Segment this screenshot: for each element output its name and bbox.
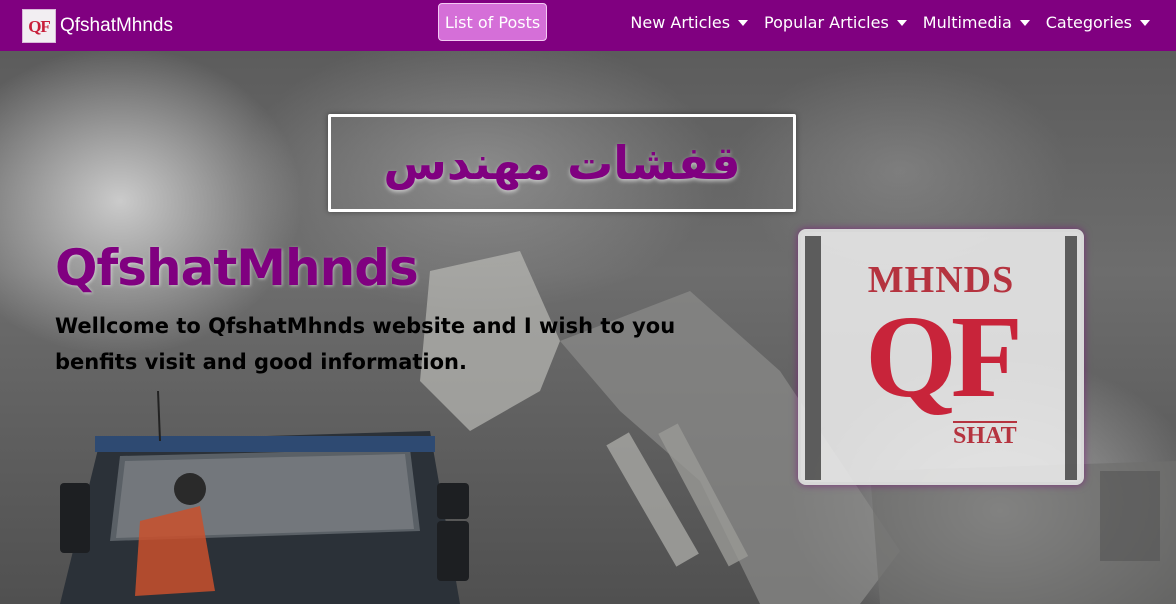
caret-down-icon: [1140, 19, 1150, 26]
caret-down-icon: [1019, 19, 1030, 26]
brand-logo: QF: [22, 8, 56, 43]
brand-name: QfshatMhnds: [60, 14, 173, 36]
nav-item-label: Categories: [1045, 13, 1132, 32]
top-navbar: QF QfshatMhnds List of Posts New Article…: [0, 0, 1176, 51]
list-of-posts-button[interactable]: List of Posts: [438, 3, 547, 41]
caret-down-icon: [896, 19, 907, 26]
logo-bottom-text: SHAT: [953, 421, 1017, 449]
hero-section: قفشات مهندس QfshatMhnds Wellcome to Qfsh…: [0, 51, 1176, 604]
logo-main-text: QF: [865, 291, 1023, 422]
nav-popular-articles-dropdown[interactable]: Popular Articles: [764, 13, 907, 32]
brand-link[interactable]: QF QfshatMhnds: [22, 8, 173, 43]
arabic-title-box: قفشات مهندس: [328, 114, 796, 212]
nav-multimedia-dropdown[interactable]: Multimedia: [923, 13, 1030, 32]
nav-item-label: Multimedia: [922, 13, 1012, 32]
caret-down-icon: [738, 19, 749, 26]
arabic-title: قفشات مهندس: [383, 136, 741, 190]
nav-item-label: Popular Articles: [764, 13, 889, 32]
nav-item-label: New Articles: [630, 13, 731, 32]
welcome-text: Wellcome to QfshatMhnds website and I wi…: [55, 314, 676, 374]
nav-menu: New Articles Popular Articles Multimedia…: [614, 0, 1150, 45]
nav-new-articles-dropdown[interactable]: New Articles: [630, 13, 749, 32]
site-name-heading: QfshatMhnds: [55, 239, 419, 297]
nav-categories-dropdown[interactable]: Categories: [1046, 13, 1150, 32]
site-logo-card: MHNDS QF SHAT: [798, 229, 1084, 485]
brand-logo-text: QF: [28, 17, 51, 36]
